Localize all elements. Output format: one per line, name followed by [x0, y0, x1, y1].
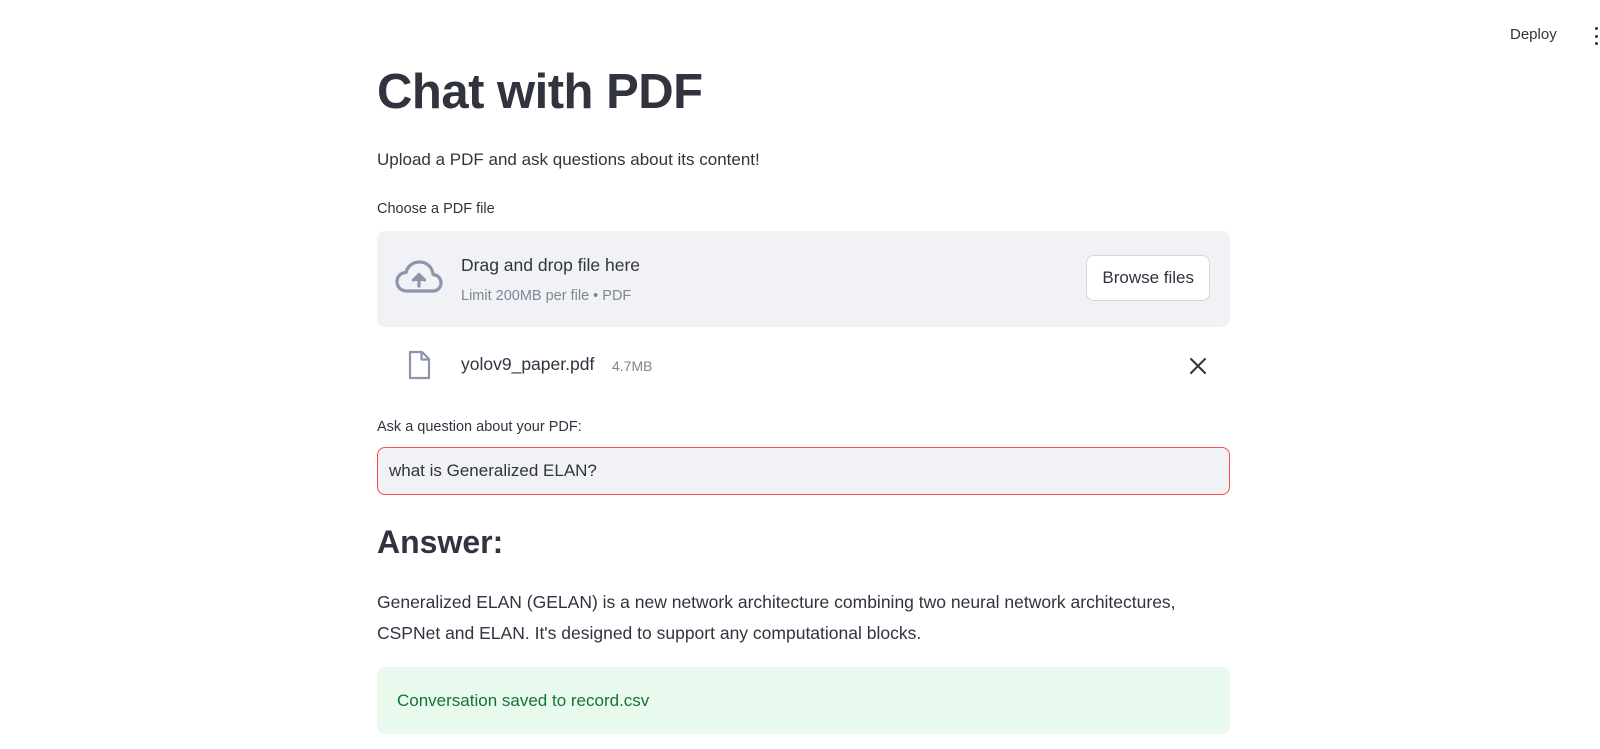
question-input[interactable] [377, 447, 1230, 495]
browse-files-button[interactable]: Browse files [1086, 255, 1210, 301]
page-title: Chat with PDF [377, 65, 703, 119]
question-label: Ask a question about your PDF: [377, 419, 582, 435]
vertical-dots-icon[interactable] [1595, 27, 1598, 45]
success-alert: Conversation saved to record.csv [377, 667, 1230, 734]
answer-heading: Answer: [377, 524, 504, 560]
file-uploader-label: Choose a PDF file [377, 201, 495, 217]
dropzone-instructions: Drag and drop file here [461, 255, 640, 275]
top-bar: Deploy [0, 0, 1600, 60]
deploy-button[interactable]: Deploy [1510, 26, 1557, 43]
uploaded-file-name: yolov9_paper.pdf [461, 354, 595, 374]
success-message: Conversation saved to record.csv [397, 691, 650, 710]
cloud-upload-icon [395, 260, 443, 293]
file-dropzone[interactable]: Drag and drop file here Limit 200MB per … [377, 231, 1230, 327]
page-subtitle: Upload a PDF and ask questions about its… [377, 150, 760, 169]
uploaded-file-size: 4.7MB [612, 358, 653, 374]
file-icon [408, 350, 431, 380]
dropzone-limit: Limit 200MB per file • PDF [461, 288, 632, 304]
close-icon[interactable] [1189, 357, 1207, 375]
answer-text: Generalized ELAN (GELAN) is a new networ… [377, 592, 1176, 643]
uploaded-file-row: yolov9_paper.pdf 4.7MB [377, 340, 1230, 390]
